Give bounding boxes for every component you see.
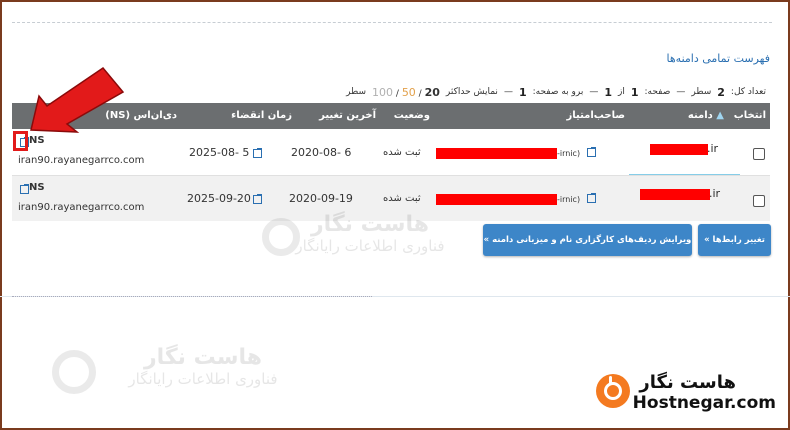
limit-100[interactable]: 100 bbox=[372, 86, 393, 99]
limit-selector: 20 / 50 / 100 bbox=[372, 85, 440, 99]
annotation-arrow-icon bbox=[30, 66, 125, 133]
total-value: 2 bbox=[717, 85, 725, 99]
watermark: هاست نگار فناوری اطلاعات رایانگار bbox=[118, 345, 288, 388]
total-label: تعداد کل: bbox=[730, 87, 766, 97]
edit-records-button[interactable]: ویرایش ردیف‌های کارگزاری نام و میزبانی د… bbox=[483, 224, 692, 256]
owner-suffix: -irnic) bbox=[557, 149, 581, 158]
external-link-icon[interactable] bbox=[587, 193, 596, 203]
dotted-divider bbox=[12, 296, 372, 297]
limit-unit: سطر bbox=[346, 87, 367, 97]
brand-name-en: Hostnegar.com bbox=[632, 393, 776, 413]
limit-50[interactable]: 50 bbox=[402, 86, 416, 99]
status-text: ثبت شده bbox=[383, 147, 421, 158]
redacted-domain bbox=[650, 144, 708, 155]
sort-asc-icon: ▲ bbox=[716, 110, 724, 121]
change-ns-button[interactable]: تغییر رابط‌ها » bbox=[698, 224, 771, 256]
row-select-checkbox[interactable] bbox=[753, 148, 765, 160]
page-value: 1 bbox=[630, 85, 639, 99]
header-status: وضعیت bbox=[393, 110, 430, 121]
watermark-logo-icon bbox=[262, 218, 300, 256]
total-unit: سطر bbox=[691, 87, 712, 97]
last-change-date: 2020-08- 6 bbox=[291, 146, 352, 159]
external-link-icon[interactable] bbox=[587, 147, 596, 157]
header-domain[interactable]: دامنه ▲ bbox=[688, 110, 724, 121]
watermark-tagline: فناوری اطلاعات رایانگار bbox=[295, 237, 445, 255]
limit-20[interactable]: 20 bbox=[425, 86, 440, 99]
brand: هاست نگار Hostnegar.com bbox=[633, 372, 776, 413]
domain-link[interactable]: .ir bbox=[707, 142, 718, 155]
header-last-change: آخرین تغییر bbox=[319, 110, 376, 121]
redacted-owner bbox=[436, 148, 557, 159]
watermark-logo-icon bbox=[52, 350, 96, 394]
header-owner: صاحب‌امتیاز bbox=[566, 110, 625, 121]
annotation-highlight-box bbox=[13, 131, 28, 151]
page-total: 1 bbox=[604, 85, 612, 99]
page-of: از bbox=[617, 87, 625, 97]
ns-label: NS bbox=[29, 182, 45, 193]
row-select-checkbox[interactable] bbox=[753, 195, 765, 207]
ns-host: iran90.rayanegarrco.com bbox=[18, 202, 145, 213]
watermark-tagline: فناوری اطلاعات رایانگار bbox=[128, 370, 278, 388]
top-divider bbox=[12, 22, 772, 23]
page-title: فهرست تمامی دامنه‌ها bbox=[666, 52, 770, 65]
external-link-icon[interactable] bbox=[253, 194, 262, 204]
redacted-domain bbox=[640, 189, 710, 200]
expiry-date: 2025-08- 5 bbox=[189, 146, 250, 159]
redacted-owner bbox=[436, 194, 557, 205]
watermark-name: هاست نگار bbox=[310, 212, 430, 237]
brand-name-fa: هاست نگار bbox=[639, 372, 736, 393]
watermark: هاست نگار فناوری اطلاعات رایانگار bbox=[275, 212, 465, 255]
header-expiry: زمان انقضاء bbox=[231, 110, 292, 121]
header-select: انتخاب bbox=[733, 110, 766, 121]
status-text: ثبت شده bbox=[383, 193, 421, 204]
last-change-date: 2020-09-19 bbox=[289, 192, 353, 205]
domain-link[interactable]: .ir bbox=[709, 187, 720, 200]
goto-label: برو به صفحه: bbox=[532, 87, 584, 97]
show-max-label: نمایش حداکثر bbox=[445, 87, 498, 97]
page-label: صفحه: bbox=[644, 87, 671, 97]
watermark-name: هاست نگار bbox=[143, 345, 263, 370]
expiry-date: 2025-09-20 bbox=[187, 192, 251, 205]
brand-logo-icon bbox=[596, 374, 630, 408]
goto-page[interactable]: 1 bbox=[519, 86, 527, 99]
ns-host: iran90.rayanegarrco.com bbox=[18, 155, 145, 166]
owner-suffix: -irnic) bbox=[557, 195, 581, 204]
edit-ns-icon[interactable] bbox=[20, 184, 29, 194]
external-link-icon[interactable] bbox=[253, 148, 262, 158]
